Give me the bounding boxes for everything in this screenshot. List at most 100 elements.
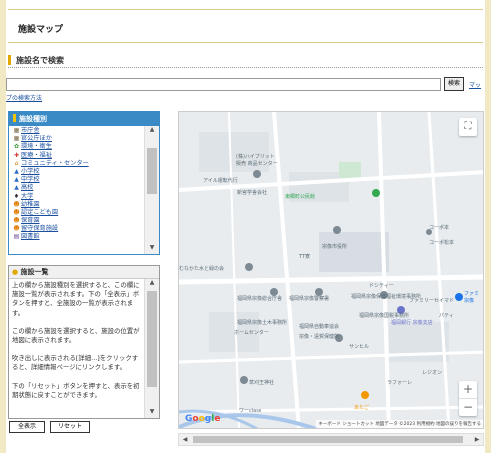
category-link[interactable]: 大学 [21,193,33,200]
zoom-control[interactable]: + − [459,381,477,416]
category-link[interactable]: 官公庁ほか [21,135,52,142]
category-link[interactable]: 医療・福祉 [21,152,52,159]
category-item[interactable]: ♦ 大学 [13,193,142,201]
scroll-thumb[interactable] [147,291,157,387]
category-link[interactable]: 市庁舎 [21,127,40,134]
category-link[interactable]: 小学校 [21,168,40,175]
facility-list-heading-text: 施設一覧 [20,268,49,276]
search-howto-link[interactable]: プの検索方法 [6,93,42,102]
section-heading: 施設名で検索 [8,54,483,68]
category-item[interactable]: ✚ 医療・福祉 [13,152,142,160]
leaf-icon: ✿ [13,143,20,151]
facility-list-body[interactable]: 上の欄から施設種別を選択すると、この欄に施設一覧が表示されます。下の「全表示」ボ… [9,279,159,419]
info-icon: ● [12,268,19,276]
category-item[interactable]: ✿ 環境・衛生 [13,143,142,151]
category-item[interactable]: ☻幼稚園 [13,201,142,209]
map-label: 宗像市役所 [322,243,347,250]
map-label: 福岡県宗像土木事務所 [237,319,287,326]
help-text-4: 下の「リセット」ボタンを押すと、表示を初期状態に戻すことができます。 [12,381,140,399]
graduation-icon: ♦ [13,192,20,200]
map-canvas[interactable]: (株)ハイブリット 販売 商品センター アイル運転代行 新宮学舎会社 東郷町公民… [179,112,484,429]
map-label: 草刈王神社 [249,379,274,386]
category-item[interactable]: ⌂ コミュニティ・センター [13,160,142,168]
category-item[interactable]: ▲ 高校 [13,184,142,192]
page-title: 施設マップ [18,25,64,35]
search-input[interactable] [6,78,441,91]
scroll-down-icon[interactable]: ▼ [145,244,159,254]
child-icon: ☻ [13,208,20,216]
category-item[interactable]: ▲ 小学校 [13,168,142,176]
category-link[interactable]: 高校 [21,184,33,191]
map-label: 福岡銀行 宗像支店 [391,319,433,326]
child-icon: ☻ [13,200,20,208]
map-label: 福岡県宗像総合庁舎 [237,295,282,302]
map-link[interactable]: マッ [469,80,481,89]
help-text-2: この欄から施設を選択すると、施設の位置が地図に表示されます。 [12,326,140,345]
map-label: 宗像 [464,297,474,304]
map-label: パティ [439,313,454,319]
scroll-thumb[interactable] [147,148,157,194]
map-label: むなかた水と緑の会 [179,265,224,272]
child-icon: ☻ [13,225,20,233]
map-label: レジオン [422,370,442,376]
map-label: あたご [354,404,369,411]
page-title-bar: 施設マップ [8,9,483,43]
zoom-out-icon[interactable]: − [459,399,477,416]
map-view[interactable]: (株)ハイブリット 販売 商品センター アイル運転代行 新宮学舎会社 東郷町公民… [178,111,484,429]
category-scrollbar[interactable]: ▲ ▼ [144,126,159,254]
fullscreen-icon[interactable]: ⛶ [459,118,477,136]
category-item[interactable]: ☻認定こども園 [13,209,142,217]
map-label: 宗像・遠賀保健所 [299,333,339,340]
building-icon: ▦ [13,127,20,134]
map-label: 福岡県自動車協会 [299,323,339,330]
school-icon: ▲ [14,167,19,175]
map-horizontal-scrollbar[interactable]: ◀ ▶ [178,433,484,446]
map-label: ドシティー [369,283,394,289]
search-button[interactable]: 検索 [444,77,464,91]
facility-list-scrollbar[interactable]: ▲ ▼ [144,279,159,418]
category-link[interactable]: 留守保育施設 [21,225,58,232]
category-item[interactable]: ▤ 図書館 [13,233,142,241]
category-link[interactable]: 幼稚園 [21,201,40,208]
section-marker [8,55,11,65]
help-text-1: 上の欄から施設種別を選択すると、この欄に施設一覧が表示されます。下の「全表示」ボ… [12,281,140,317]
scroll-thumb[interactable] [193,436,463,443]
category-heading-text: 施設種別 [19,115,47,123]
help-text-3: 吹き出しに表示される[詳細...]をクリックすると、詳細情報ページにリンクします… [12,354,139,372]
heading-marker [13,114,16,122]
category-link[interactable]: 図書館 [21,233,40,240]
facility-list-heading: ● 施設一覧 [9,266,159,279]
map-attribution[interactable]: キーボード ショートカット 地図データ ©2023 利用規約 地図の誤りを報告す… [316,420,483,428]
category-link[interactable]: 認定こども園 [21,209,58,216]
book-icon: ▤ [13,233,20,241]
map-label: サンヒル [349,344,369,350]
category-item[interactable]: ▦ 市庁舎 [13,127,142,135]
zoom-in-icon[interactable]: + [459,381,477,398]
scroll-down-icon[interactable]: ▼ [145,408,159,418]
scroll-right-icon[interactable]: ▶ [471,434,483,445]
map-label: ファミリーセイマド [409,298,454,304]
map-label: ラフォーレ [387,380,412,386]
map-label: アイル運転代行 [203,177,238,184]
category-link[interactable]: 中学校 [21,176,40,183]
show-all-button[interactable]: 全表示 [9,421,45,433]
scroll-up-icon[interactable]: ▲ [145,279,159,289]
map-label: ホームセンター [234,329,269,336]
category-panel: 施設種別 ▦ 市庁舎 ▦ 官公庁ほか ✿ 環境・衛生 ✚ 医療・福祉 ⌂ コミュニティ・センター ▲… [8,111,160,255]
scroll-left-icon[interactable]: ◀ [179,434,191,445]
map-label: 東郷町公民館 [285,193,315,200]
map-label: TT寮 [298,253,310,260]
category-link[interactable]: 環境・衛生 [21,143,52,150]
map-label: コーポ本 [429,224,449,231]
facility-list-panel: ● 施設一覧 上の欄から施設種別を選択すると、この欄に施設一覧が表示されます。下… [8,265,160,419]
map-label: 福岡県宗像警察署 [289,295,329,302]
category-link[interactable]: 保育園 [21,217,40,224]
medical-icon: ✚ [13,151,20,159]
reset-button[interactable]: リセット [50,421,90,433]
category-link[interactable]: コミュニティ・センター [21,160,89,167]
category-heading: 施設種別 [9,112,159,126]
scroll-up-icon[interactable]: ▲ [145,126,159,136]
child-icon: ☻ [13,217,20,225]
community-icon: ⌂ [14,159,19,167]
map-label: 福岡県宗像国税事務所 [359,312,409,319]
